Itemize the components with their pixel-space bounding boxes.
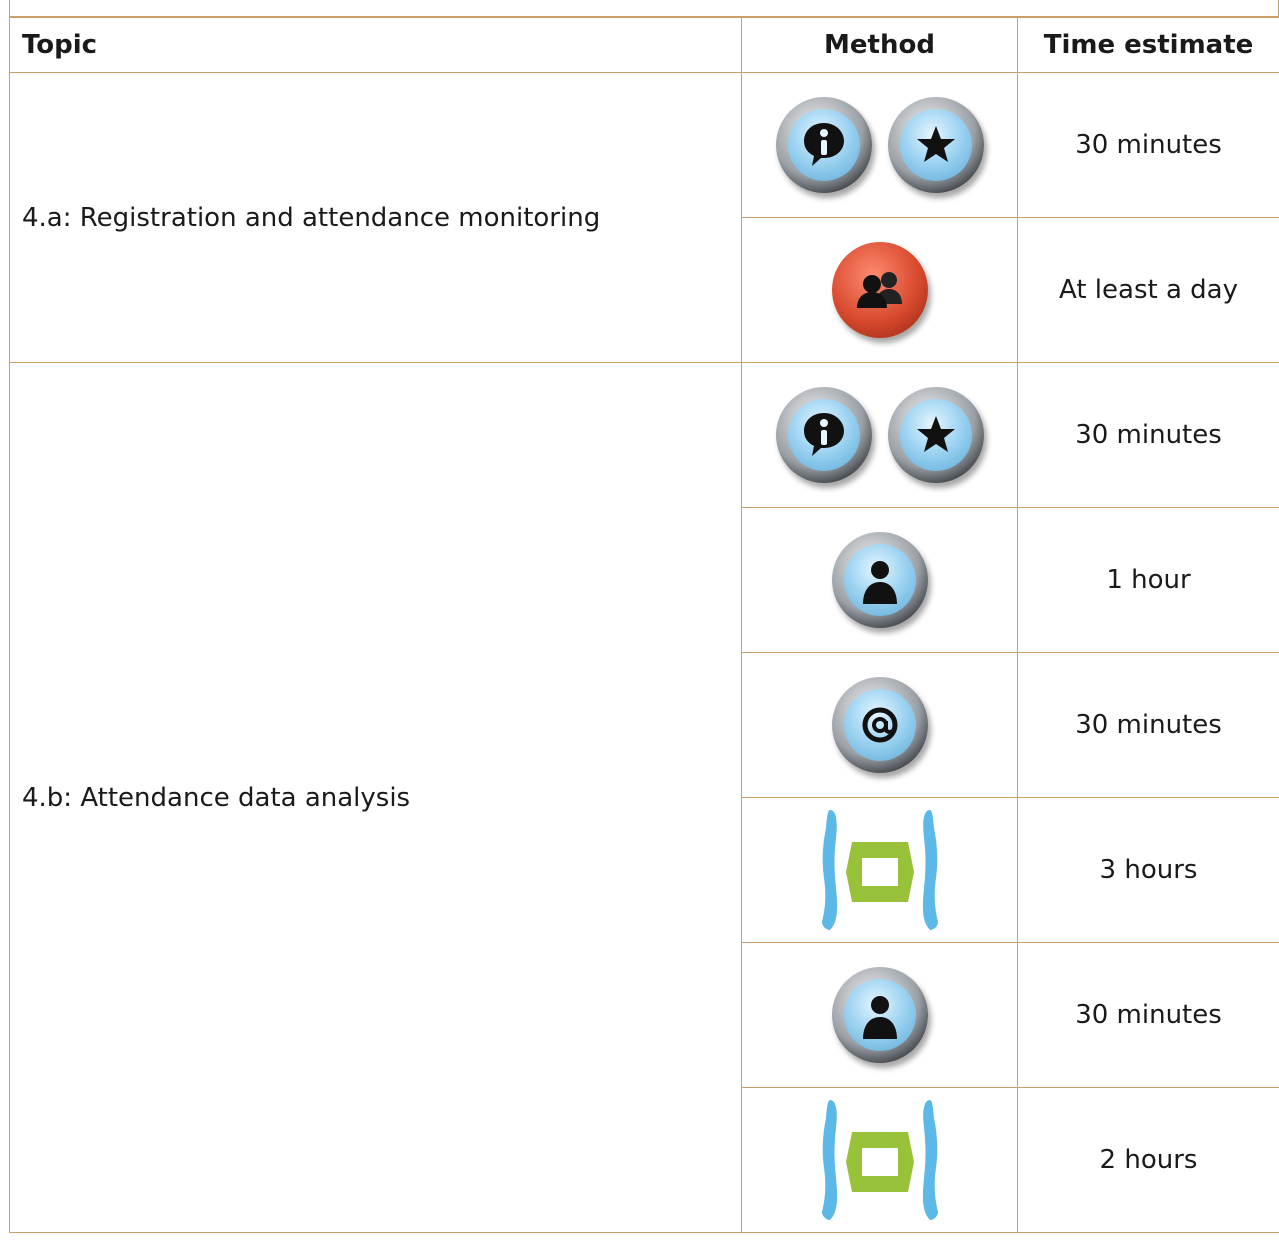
method-cell <box>741 652 1018 798</box>
time-cell: 1 hour <box>1017 507 1279 653</box>
header-method: Method <box>741 17 1018 73</box>
time-cell: 2 hours <box>1017 1087 1279 1233</box>
star-icon <box>887 387 984 483</box>
time-cell: 30 minutes <box>1017 942 1279 1088</box>
method-cell <box>741 72 1018 218</box>
topic-cell: 4.b: Attendance data analysis <box>9 362 742 1233</box>
person-icon <box>831 967 928 1063</box>
time-cell: At least a day <box>1017 217 1279 363</box>
info-icon <box>775 97 872 193</box>
info-icon <box>775 387 872 483</box>
section-heading-band <box>9 0 1279 17</box>
group-icon <box>831 242 928 338</box>
time-cell: 30 minutes <box>1017 72 1279 218</box>
time-cell: 30 minutes <box>1017 652 1279 798</box>
method-cell <box>741 942 1018 1088</box>
method-cell <box>741 507 1018 653</box>
header-time-estimate: Time estimate <box>1017 17 1279 73</box>
bridge-icon <box>821 810 938 930</box>
methods-table: Topic Method Time estimate 4.a: Registra… <box>9 17 1279 1233</box>
table-header-row: Topic Method Time estimate <box>9 17 1279 73</box>
email-icon <box>831 677 928 773</box>
time-cell: 30 minutes <box>1017 362 1279 508</box>
header-topic: Topic <box>9 17 742 73</box>
topic-cell: 4.a: Registration and attendance monitor… <box>9 72 742 363</box>
time-cell: 3 hours <box>1017 797 1279 943</box>
table-row: 4.a: Registration and attendance monitor… <box>9 72 1279 363</box>
table-row: 4.b: Attendance data analysis 30 minutes <box>9 362 1279 1233</box>
method-cell <box>741 1087 1018 1233</box>
method-cell <box>741 362 1018 508</box>
star-icon <box>887 97 984 193</box>
method-cell <box>741 217 1018 363</box>
person-icon <box>831 532 928 628</box>
bridge-icon <box>821 1100 938 1220</box>
method-cell <box>741 797 1018 943</box>
page: Topic Method Time estimate 4.a: Registra… <box>9 0 1279 1233</box>
